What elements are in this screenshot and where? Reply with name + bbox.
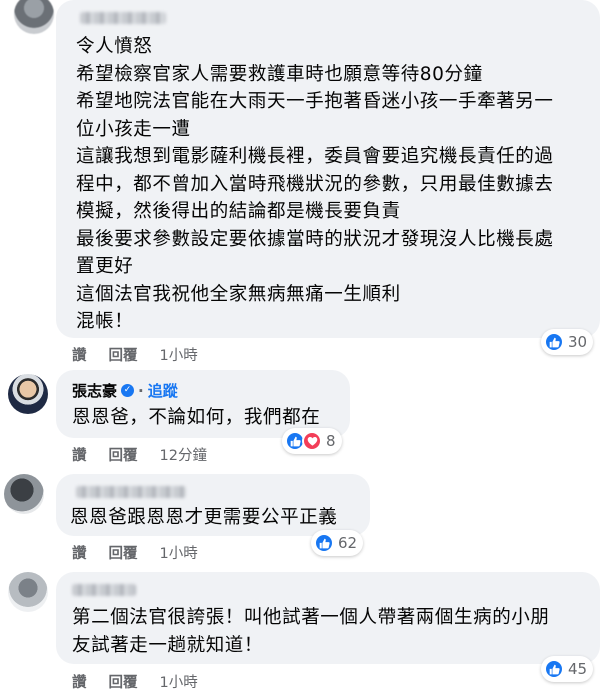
comment-line: 恩恩爸，不論如何，我們都在 [72,407,321,428]
author-name[interactable] [72,584,136,596]
comment-line: 程中，都不曾加入當時飛機狀況的參數，只用最佳數據去 [76,173,554,195]
author-name-link[interactable]: 張志豪 [72,380,117,401]
reply-button[interactable]: 回覆 [109,542,138,563]
comment-text: 令人憤怒 希望檢察官家人需要救護車時也願意等待80分鐘 希望地院法官能在大雨天一… [76,33,554,336]
comment-actions: 讚 回覆 12分鐘 [72,444,207,465]
comment-line: 希望地院法官能在大雨天一手抱著昏迷小孩一手牽著另一 [76,91,554,112]
comment-text: 恩恩爸跟恩恩才更需要公平正義 [70,504,337,532]
comment-actions: 讚 回覆 1小時 [72,344,198,365]
separator-dot: · [138,381,144,400]
reaction-count[interactable]: 45 [541,656,594,682]
reaction-count[interactable]: 62 [311,530,364,556]
author-name[interactable] [76,486,186,498]
avatar[interactable] [14,0,54,34]
like-button[interactable]: 讚 [72,671,87,692]
timestamp[interactable]: 1小時 [160,671,198,692]
comment-line: 混帳！ [76,311,134,332]
love-reaction-icon [302,431,322,451]
follow-button[interactable]: 追蹤 [148,380,178,401]
reaction-count-value: 45 [568,660,588,678]
reaction-count[interactable]: 8 [282,428,342,454]
avatar[interactable] [4,474,44,514]
like-button[interactable]: 讚 [72,542,87,563]
comment-line: 希望檢察官家人需要救護車時也願意等待80分鐘 [76,63,483,85]
verified-badge-icon: ✓ [121,384,135,397]
reaction-count-value: 62 [338,534,358,552]
author-name[interactable] [80,12,166,24]
comment-line: 恩恩爸跟恩恩才更需要公平正義 [70,507,338,528]
comment-line: 第二個法官很誇張！叫他試著一個人帶著兩個生病的小朋 [72,607,550,628]
avatar[interactable] [8,374,48,414]
comment-text: 恩恩爸，不論如何，我們都在 [72,404,320,432]
reaction-count-value: 30 [568,333,588,351]
reply-button[interactable]: 回覆 [109,344,138,365]
comment-bubble: 恩恩爸跟恩恩才更需要公平正義 [56,474,370,536]
comment-line: 最後要求參數設定要依據當時的狀況才發現沒人比機長處 [76,228,554,250]
like-reaction-icon [314,533,334,553]
comment-actions: 讚 回覆 1小時 [72,542,198,563]
comment-line: 位小孩走一遭 [76,118,191,140]
reply-button[interactable]: 回覆 [109,671,138,692]
avatar[interactable] [8,572,48,612]
like-reaction-icon [544,332,564,352]
comment-line: 這個法官我祝他全家無病無痛一生順利 [76,283,401,305]
comment-line: 模擬，然後得出的結論都是機長要負責 [76,201,401,222]
reply-button[interactable]: 回覆 [109,444,138,465]
comment-text: 第二個法官很誇張！叫他試著一個人帶著兩個生病的小朋 友試著走一趟就知道！ [72,604,550,659]
like-button[interactable]: 讚 [72,444,87,465]
comment-actions: 讚 回覆 1小時 [72,671,198,692]
comment-line: 這讓我想到電影薩利機長裡，委員會要追究機長責任的過 [76,146,554,167]
comment-bubble: 第二個法官很誇張！叫他試著一個人帶著兩個生病的小朋 友試著走一趟就知道！ [56,572,600,664]
timestamp[interactable]: 1小時 [160,542,198,563]
author-name: 張志豪 ✓ · 追蹤 [72,380,178,401]
comment-line: 友試著走一趟就知道！ [72,634,264,656]
reaction-count-value: 8 [326,432,336,450]
reaction-count[interactable]: 30 [541,329,594,355]
comment-bubble: 令人憤怒 希望檢察官家人需要救護車時也願意等待80分鐘 希望地院法官能在大雨天一… [56,0,600,338]
timestamp[interactable]: 1小時 [160,344,198,365]
like-button[interactable]: 讚 [72,344,87,365]
comment-line: 置更好 [76,256,134,277]
like-reaction-icon [544,659,564,679]
comment-line: 令人憤怒 [76,36,153,57]
timestamp[interactable]: 12分鐘 [160,444,207,465]
